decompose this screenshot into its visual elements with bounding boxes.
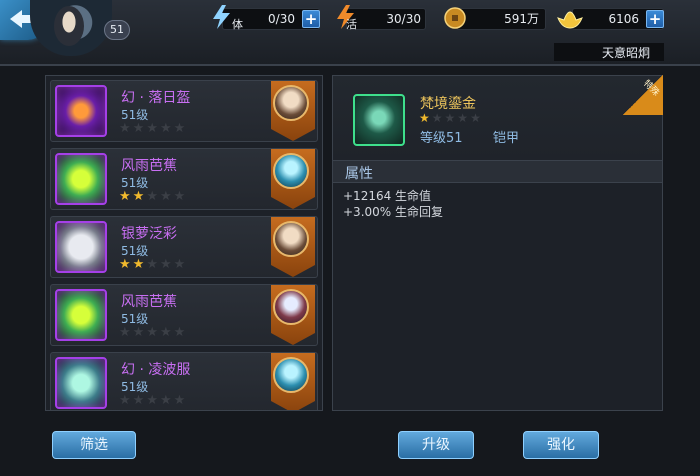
- star-empty-icon: ★: [132, 121, 147, 136]
- player-avatar[interactable]: [30, 0, 112, 56]
- hero-portrait-icon: [273, 221, 309, 257]
- item-star-rating: ★★★★★: [119, 189, 187, 204]
- attribute-line: +3.00% 生命回复: [343, 205, 443, 219]
- vitality-value: 30/30: [386, 12, 421, 26]
- coin-icon: [444, 7, 466, 29]
- ingots-value: 6106: [608, 12, 639, 26]
- detail-item-name: 梵境鎏金: [420, 96, 476, 112]
- hero-portrait-icon: [273, 153, 309, 189]
- item-name: 风雨芭蕉: [121, 158, 177, 174]
- star-empty-icon: ★: [470, 111, 483, 125]
- attributes-header: 属性: [333, 161, 662, 183]
- coins-value: 591万: [504, 12, 539, 26]
- equipped-hero-tag: [271, 149, 315, 209]
- item-name: 银萝泛彩: [121, 226, 177, 242]
- detail-item-type: 铠甲: [493, 131, 520, 146]
- equipped-hero-tag: [271, 285, 315, 345]
- star-empty-icon: ★: [159, 257, 174, 272]
- enhance-button[interactable]: 强化: [523, 431, 599, 459]
- star-empty-icon: ★: [431, 111, 445, 125]
- item-star-rating: ★★★★★: [119, 121, 187, 136]
- equipped-hero-tag: [271, 81, 315, 141]
- item-star-rating: ★★★★★: [119, 257, 187, 272]
- hero-portrait-icon: [273, 85, 309, 121]
- gold-ingot-icon: [557, 11, 583, 29]
- top-bar: 51 0/30 体 + 30/30 活 591万 6106 + 天意昭炯: [0, 0, 700, 66]
- item-name: 幻 · 落日盔: [121, 90, 191, 106]
- star-empty-icon: ★: [132, 325, 147, 340]
- detail-header: 梵境鎏金 ★★★★★ 等级51 铠甲 特殊: [333, 75, 663, 161]
- item-star-rating: ★★★★★: [119, 393, 187, 408]
- upgrade-button[interactable]: 升级: [398, 431, 474, 459]
- helmet-icon: [55, 85, 107, 137]
- attribute-line: +12164 生命值: [343, 189, 432, 203]
- robe-icon: [55, 357, 107, 409]
- stamina-plus-button[interactable]: +: [302, 10, 320, 28]
- armor-icon: [353, 94, 405, 146]
- fan-icon: [55, 289, 107, 341]
- star-empty-icon: ★: [119, 121, 133, 136]
- corner-tag-label: 特殊: [641, 78, 661, 99]
- star-empty-icon: ★: [146, 121, 160, 136]
- star-empty-icon: ★: [159, 189, 174, 204]
- star-empty-icon: ★: [119, 325, 133, 340]
- equipment-list-item[interactable]: 幻 · 落日盔 51级 ★★★★★: [50, 80, 318, 142]
- coins-bar: 591万: [456, 8, 546, 30]
- star-filled-icon: ★: [132, 257, 147, 272]
- stamina-label: 体: [232, 18, 243, 31]
- star-empty-icon: ★: [119, 393, 133, 408]
- equipment-list-item[interactable]: 幻 · 凌波服 51级 ★★★★★: [50, 352, 318, 410]
- star-empty-icon: ★: [173, 325, 188, 340]
- item-star-rating: ★★★★★: [119, 325, 187, 340]
- filter-button[interactable]: 筛选: [52, 431, 136, 459]
- item-name: 风雨芭蕉: [121, 294, 177, 310]
- star-empty-icon: ★: [146, 393, 160, 408]
- equipped-hero-tag: [271, 353, 315, 410]
- star-empty-icon: ★: [173, 189, 188, 204]
- star-empty-icon: ★: [173, 393, 188, 408]
- star-filled-icon: ★: [119, 257, 133, 272]
- special-corner-tag: 特殊: [623, 75, 663, 115]
- equipment-list-item[interactable]: 银萝泛彩 51级 ★★★★★: [50, 216, 318, 278]
- player-level-badge: 51: [104, 20, 130, 40]
- silver-armor-icon: [55, 221, 107, 273]
- star-empty-icon: ★: [146, 257, 160, 272]
- equipment-list-panel[interactable]: 幻 · 落日盔 51级 ★★★★★ 风雨芭蕉 51级 ★★★★★ 银萝泛彩 51级 ★★★★★ 风…: [45, 75, 323, 411]
- star-filled-icon: ★: [119, 189, 133, 204]
- attributes-title: 属性: [345, 166, 373, 182]
- equipped-hero-tag: [271, 217, 315, 277]
- stamina-value: 0/30: [268, 12, 295, 26]
- fan-icon: [55, 153, 107, 205]
- detail-item-level: 等级51: [420, 131, 463, 146]
- ingots-plus-button[interactable]: +: [646, 10, 664, 28]
- star-filled-icon: ★: [132, 189, 147, 204]
- hero-portrait-icon: [273, 357, 309, 393]
- player-title: 天意昭炯: [601, 46, 650, 60]
- equipment-detail-panel: 梵境鎏金 ★★★★★ 等级51 铠甲 特殊 属性 +12164 生命值 +3.0…: [332, 75, 663, 411]
- star-empty-icon: ★: [173, 257, 188, 272]
- star-empty-icon: ★: [173, 121, 188, 136]
- detail-star-rating: ★★★★★: [419, 111, 483, 125]
- star-empty-icon: ★: [146, 325, 160, 340]
- equipment-list-item[interactable]: 风雨芭蕉 51级 ★★★★★: [50, 284, 318, 346]
- star-empty-icon: ★: [159, 121, 174, 136]
- star-empty-icon: ★: [444, 111, 458, 125]
- star-filled-icon: ★: [419, 111, 432, 125]
- hero-portrait-icon: [273, 289, 309, 325]
- star-empty-icon: ★: [146, 189, 160, 204]
- star-empty-icon: ★: [159, 325, 174, 340]
- star-empty-icon: ★: [132, 393, 147, 408]
- vitality-label: 活: [346, 18, 357, 31]
- equipment-list-item[interactable]: 风雨芭蕉 51级 ★★★★★: [50, 148, 318, 210]
- item-name: 幻 · 凌波服: [121, 362, 191, 378]
- star-empty-icon: ★: [159, 393, 174, 408]
- star-empty-icon: ★: [457, 111, 471, 125]
